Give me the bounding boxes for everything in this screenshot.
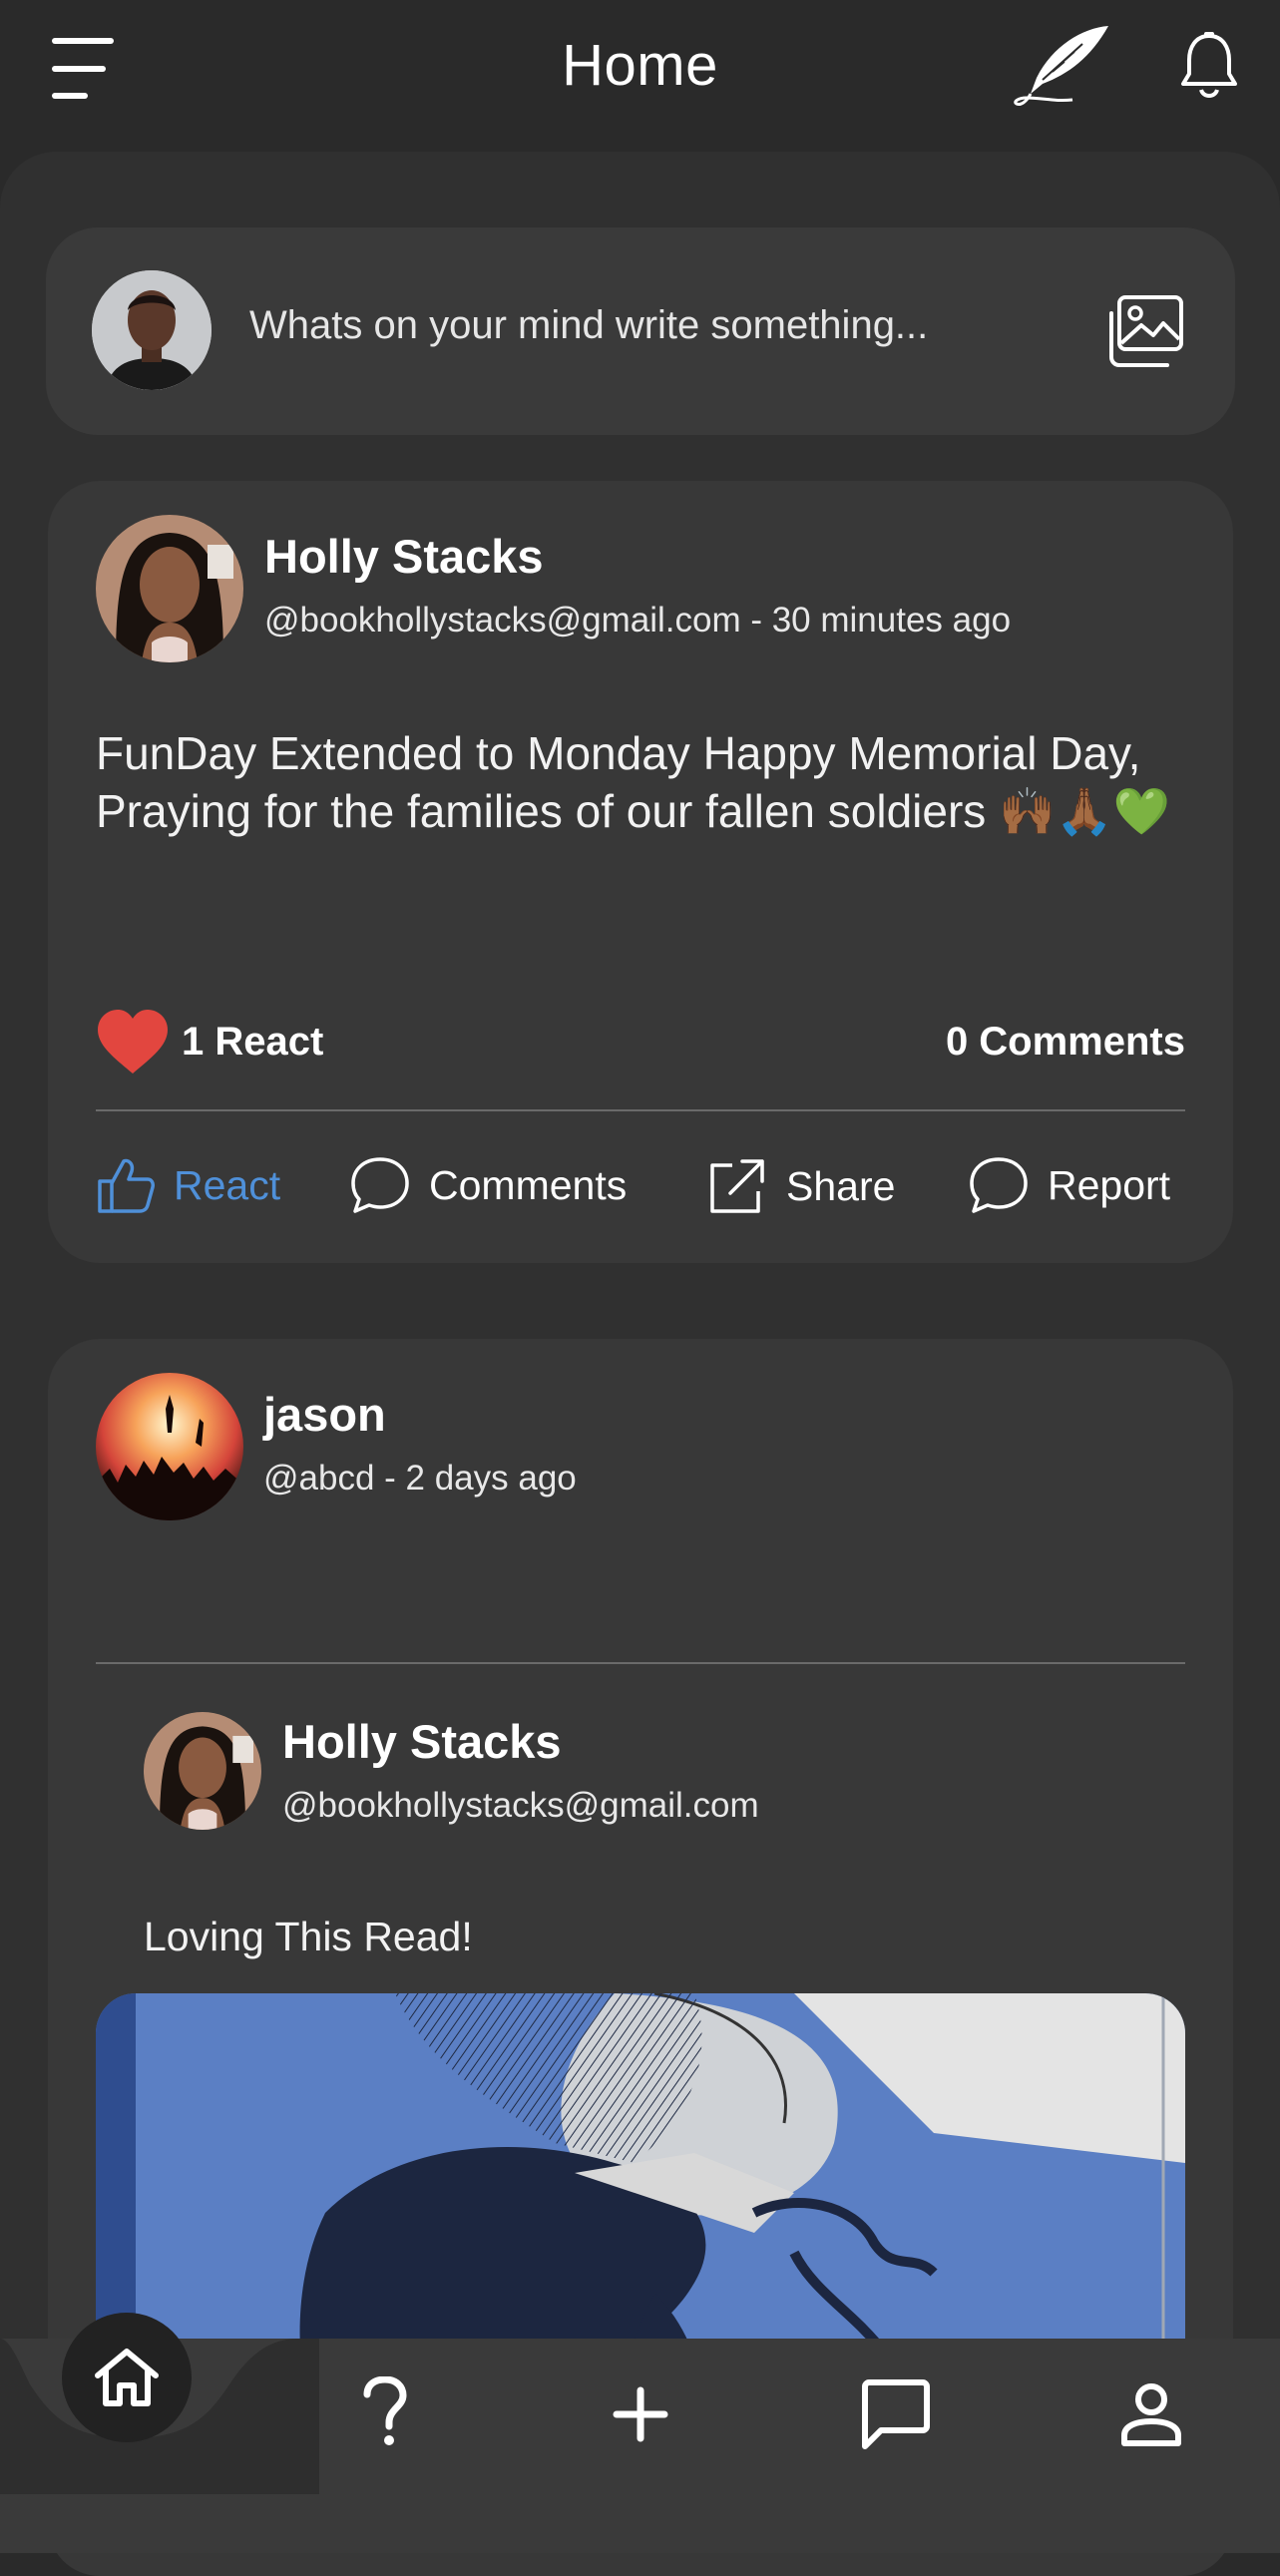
- comments-button[interactable]: Comments: [349, 1155, 627, 1215]
- nav-home-button[interactable]: [62, 2313, 192, 2442]
- report-icon: [970, 1157, 1028, 1213]
- app-header: Home: [0, 0, 1280, 140]
- report-button-label: Report: [1048, 1161, 1171, 1208]
- bell-icon[interactable]: [1177, 30, 1241, 102]
- react-count: 1 React: [182, 1020, 324, 1064]
- shared-post-meta: @bookhollystacks@gmail.com: [282, 1786, 759, 1825]
- current-user-avatar[interactable]: [92, 270, 212, 390]
- quill-icon[interactable]: [1013, 22, 1112, 112]
- comments-count[interactable]: 0 Comments: [946, 1020, 1185, 1065]
- post-divider: [96, 1109, 1185, 1111]
- author-avatar[interactable]: [96, 515, 243, 662]
- post-text: FunDay Extended to Monday Happy Memorial…: [96, 727, 1170, 837]
- post-meta: @abcd - 2 days ago: [263, 1459, 577, 1498]
- share-icon: [710, 1159, 764, 1213]
- plus-icon: [613, 2386, 668, 2442]
- chat-icon: [862, 2379, 930, 2449]
- composer-input[interactable]: Whats on your mind write something...: [249, 303, 928, 348]
- post-composer[interactable]: Whats on your mind write something...: [46, 227, 1235, 435]
- nav-add-button[interactable]: [605, 2378, 676, 2450]
- author-name[interactable]: Holly Stacks: [264, 529, 544, 584]
- shared-author-name[interactable]: Holly Stacks: [282, 1714, 562, 1769]
- heart-icon[interactable]: [96, 1010, 170, 1075]
- comments-button-label: Comments: [429, 1161, 628, 1208]
- nav-profile-button[interactable]: [1113, 2376, 1189, 2452]
- author-avatar[interactable]: [96, 1373, 243, 1520]
- react-button-label: React: [174, 1161, 281, 1208]
- react-button[interactable]: React: [96, 1155, 280, 1215]
- report-button[interactable]: Report: [968, 1155, 1170, 1215]
- share-button[interactable]: Share: [706, 1155, 895, 1217]
- post-meta: @bookhollystacks@gmail.com - 30 minutes …: [264, 601, 1012, 640]
- shared-author-avatar[interactable]: [144, 1712, 261, 1830]
- home-icon: [95, 2349, 159, 2406]
- nav-chat-button[interactable]: [856, 2374, 936, 2454]
- thumbs-up-icon: [98, 1158, 155, 1213]
- shared-post-text: Loving This Read!: [144, 1914, 473, 1959]
- profile-icon: [1121, 2383, 1181, 2446]
- post-card: Holly Stacks @bookhollystacks@gmail.com …: [48, 481, 1233, 1263]
- author-name[interactable]: jason: [263, 1387, 386, 1442]
- help-icon: [363, 2376, 407, 2445]
- image-icon[interactable]: [1105, 293, 1185, 369]
- nav-help-button[interactable]: [349, 2372, 421, 2452]
- post-divider: [96, 1662, 1185, 1664]
- share-button-label: Share: [786, 1162, 896, 1209]
- comment-icon: [351, 1157, 409, 1213]
